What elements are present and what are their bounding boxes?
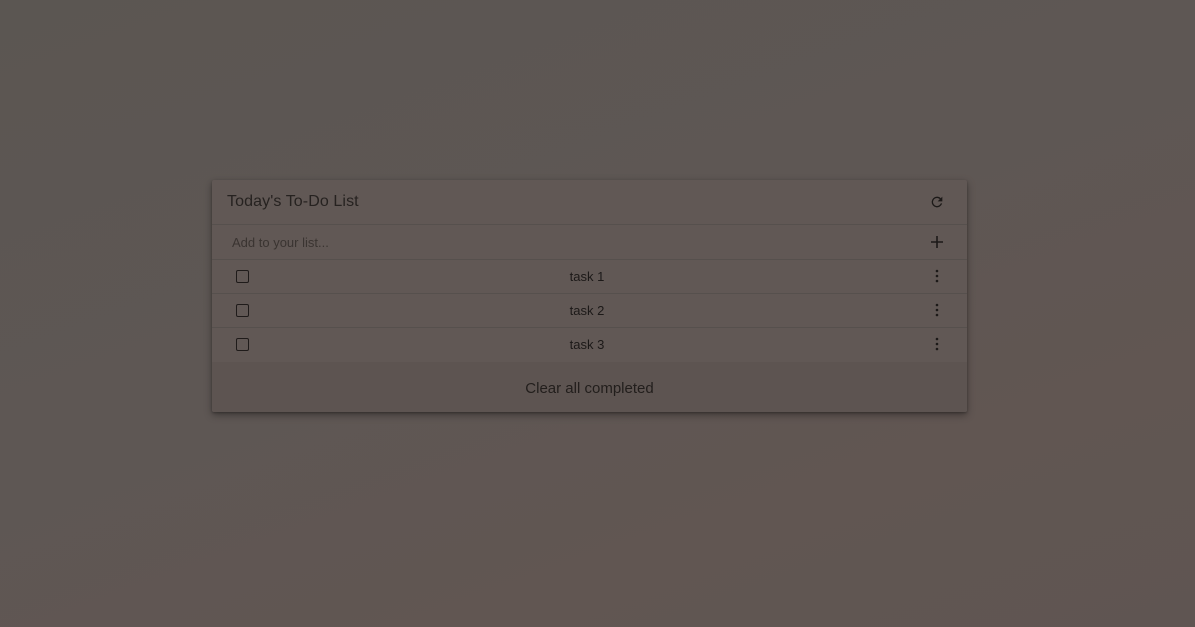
task-menu-button[interactable] — [926, 265, 948, 287]
task-checkbox[interactable] — [236, 338, 249, 351]
task-checkbox[interactable] — [236, 304, 249, 317]
task-menu-button[interactable] — [926, 299, 948, 321]
refresh-icon — [931, 196, 943, 208]
more-vertical-icon — [935, 337, 939, 351]
clear-completed-button[interactable]: Clear all completed — [212, 362, 967, 412]
refresh-button[interactable] — [926, 191, 948, 213]
task-item: task 3 — [212, 328, 967, 362]
task-item: task 1 — [212, 260, 967, 294]
add-task-button[interactable] — [926, 231, 948, 253]
task-list: task 1 task 2 task 3 — [212, 260, 967, 362]
task-label: task 3 — [569, 337, 605, 352]
task-label: task 2 — [569, 303, 605, 318]
card-header: Today's To-Do List — [212, 180, 967, 225]
plus-icon — [931, 236, 943, 248]
page-title: Today's To-Do List — [227, 193, 359, 210]
task-item: task 2 — [212, 294, 967, 328]
card-footer: Clear all completed — [212, 362, 967, 412]
task-checkbox[interactable] — [236, 270, 249, 283]
task-label: task 1 — [569, 269, 605, 284]
add-task-row — [212, 225, 967, 260]
more-vertical-icon — [935, 269, 939, 283]
task-menu-button[interactable] — [926, 333, 948, 355]
add-task-input[interactable] — [230, 232, 914, 252]
more-vertical-icon — [935, 303, 939, 317]
todo-card: Today's To-Do List task 1 — [212, 180, 967, 412]
